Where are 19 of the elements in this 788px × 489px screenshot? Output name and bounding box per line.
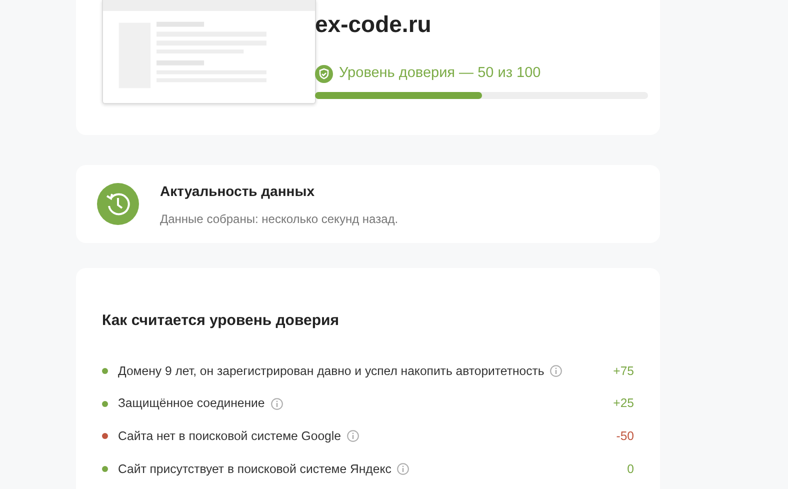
site-domain: ex-code.ru xyxy=(315,10,432,38)
trust-level-text: Уровень доверия — 50 из 100 xyxy=(339,64,541,83)
criterion-text: Сайт присутствует в поисковой системе Яндекс xyxy=(118,460,392,478)
clock-history-icon xyxy=(97,183,139,225)
score-value: +25 xyxy=(613,395,634,412)
info-icon[interactable] xyxy=(397,462,410,475)
criterion-text: Защищённое соединение xyxy=(118,395,265,412)
breakdown-title: Как считается уровень доверия xyxy=(102,311,340,331)
info-icon[interactable] xyxy=(270,398,283,410)
freshness-title: Актуальность данных xyxy=(160,182,316,201)
score-value: +75 xyxy=(613,362,634,380)
info-icon[interactable] xyxy=(346,430,359,442)
shield-check-icon xyxy=(315,64,333,83)
info-icon[interactable] xyxy=(550,364,562,377)
criterion-text: Домену 9 лет, он зарегистрирован давно и успел накопить авторитетность xyxy=(118,362,544,380)
criterion-text: Сайта нет в поисковой системе Google xyxy=(118,428,341,445)
score-value: 0 xyxy=(627,460,634,478)
freshness-text: Данные собраны: несколько секунд назад. xyxy=(160,210,398,228)
score-value: -50 xyxy=(616,428,634,445)
